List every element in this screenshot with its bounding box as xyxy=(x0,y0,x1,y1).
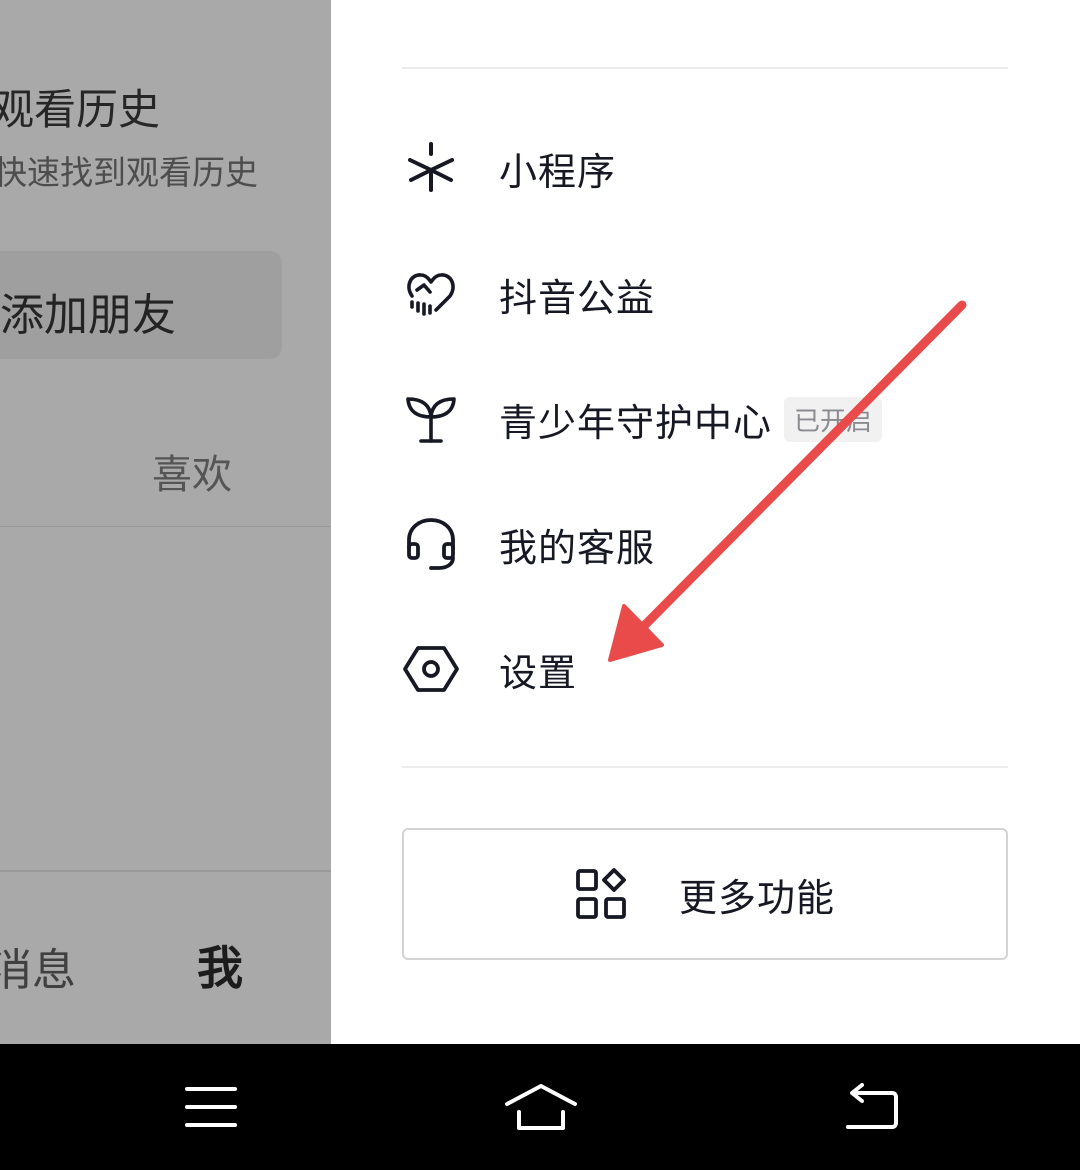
menu-item-charity[interactable]: 抖音公益 xyxy=(402,249,1008,339)
system-back-button[interactable] xyxy=(830,1074,910,1140)
menu-item-label: 抖音公益 xyxy=(499,275,656,320)
divider xyxy=(0,526,331,527)
status-badge: 已开启 xyxy=(784,396,883,442)
sprout-icon xyxy=(402,390,460,448)
more-functions-button[interactable]: 更多功能 xyxy=(402,828,1008,960)
watch-history-subtitle: 快速找到观看历史 xyxy=(0,153,258,192)
add-friend-label: 添加朋友 xyxy=(0,290,176,341)
menu-item-label: 青少年守护中心 xyxy=(499,400,773,445)
charity-heart-icon xyxy=(402,265,460,323)
menu-item-label: 设置 xyxy=(499,650,578,695)
settings-hexagon-icon xyxy=(402,640,460,698)
menu-item-customer-service[interactable]: 我的客服 xyxy=(402,499,1008,589)
home-icon xyxy=(503,1082,579,1132)
divider xyxy=(0,870,331,872)
mini-program-icon xyxy=(402,139,460,197)
watch-history-title: 观看历史 xyxy=(0,85,161,134)
drawer-divider-bottom xyxy=(402,766,1008,768)
menu-item-mini-program[interactable]: 小程序 xyxy=(402,123,1008,213)
more-functions-label: 更多功能 xyxy=(678,875,835,920)
menu-item-label: 我的客服 xyxy=(499,525,656,570)
add-friend-button[interactable]: 添加朋友 xyxy=(0,251,282,359)
tab-likes[interactable]: 喜欢 xyxy=(152,442,232,500)
bottom-nav-me[interactable]: 我 xyxy=(197,932,243,998)
back-icon xyxy=(840,1083,900,1131)
bottom-nav-messages[interactable]: 消息 xyxy=(0,934,76,998)
menu-item-label: 小程序 xyxy=(499,149,617,194)
system-navigation-bar xyxy=(0,1044,1080,1170)
apps-grid-icon xyxy=(575,868,627,920)
dimmed-profile-page[interactable]: 观看历史 快速找到观看历史 添加朋友 喜欢 消息 我 xyxy=(0,0,331,1044)
screen: 观看历史 快速找到观看历史 添加朋友 喜欢 消息 我 小程序 抖音公益 青少年守… xyxy=(0,0,1080,1170)
system-home-button[interactable] xyxy=(501,1074,581,1140)
system-menu-button[interactable] xyxy=(171,1074,251,1140)
side-drawer: 小程序 抖音公益 青少年守护中心 已开启 我的客服 设置 更多功能 xyxy=(331,0,1080,1044)
menu-item-youth-guardian[interactable]: 青少年守护中心 已开启 xyxy=(402,374,1008,464)
menu-icon xyxy=(183,1085,239,1129)
headset-icon xyxy=(402,515,460,573)
drawer-divider-top xyxy=(402,67,1008,69)
menu-item-settings[interactable]: 设置 xyxy=(402,624,1008,714)
